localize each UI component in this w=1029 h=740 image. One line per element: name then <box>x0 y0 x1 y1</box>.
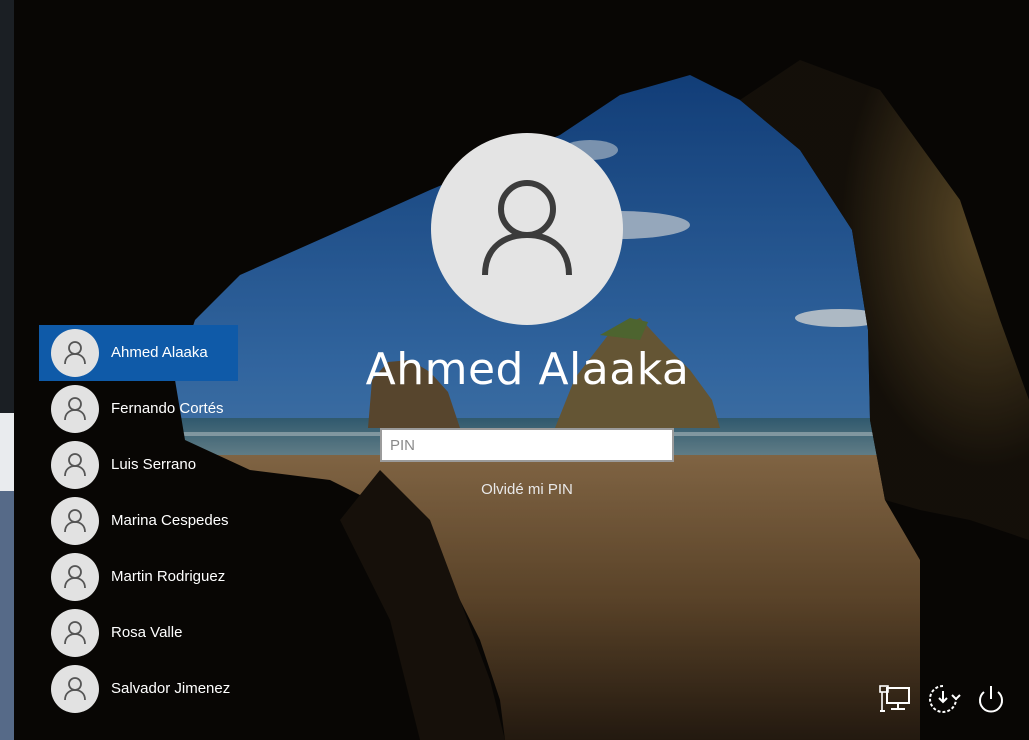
user-list-item-ahmed[interactable]: Ahmed Alaaka <box>39 325 238 381</box>
user-list-item-fernando[interactable]: Fernando Cortés <box>39 381 238 437</box>
pin-input[interactable] <box>382 430 672 460</box>
edge-strip-blue <box>0 491 14 740</box>
user-list-item-name: Salvador Jimenez <box>111 680 231 697</box>
user-list-item-name: Marina Cespedes <box>111 512 229 529</box>
power-icon[interactable] <box>973 681 1009 717</box>
selected-user-name: Ahmed Alaaka <box>365 344 690 395</box>
user-list-item-name: Fernando Cortés <box>111 400 224 417</box>
left-edge-strip <box>0 0 14 740</box>
user-list-item-salvador[interactable]: Salvador Jimenez <box>39 661 238 717</box>
user-avatar-icon <box>51 497 99 545</box>
selected-user-avatar <box>431 133 623 325</box>
accessibility-icon[interactable] <box>925 681 961 717</box>
forgot-pin-link[interactable]: Olvidé mi PIN <box>380 481 674 498</box>
user-avatar-icon <box>51 385 99 433</box>
user-avatar-icon <box>51 609 99 657</box>
network-icon[interactable] <box>877 681 913 717</box>
user-list-item-name: Rosa Valle <box>111 624 183 641</box>
pin-input-box[interactable] <box>380 428 674 462</box>
user-list-item-martin[interactable]: Martin Rodriguez <box>39 549 238 605</box>
user-avatar-icon <box>51 665 99 713</box>
user-silhouette-icon <box>482 180 572 276</box>
user-avatar-icon <box>51 329 99 377</box>
user-list-item-name: Ahmed Alaaka <box>111 344 208 361</box>
user-list-item-rosa[interactable]: Rosa Valle <box>39 605 238 661</box>
user-list-item-name: Martin Rodriguez <box>111 568 226 585</box>
user-avatar-icon <box>51 441 99 489</box>
user-list-item-name: Luis Serrano <box>111 456 197 473</box>
user-list: Ahmed Alaaka Fernando Cortés Luis Serran… <box>39 325 238 717</box>
user-list-item-marina[interactable]: Marina Cespedes <box>39 493 238 549</box>
user-list-item-luis[interactable]: Luis Serrano <box>39 437 238 493</box>
edge-strip-light <box>0 413 14 491</box>
user-avatar-icon <box>51 553 99 601</box>
